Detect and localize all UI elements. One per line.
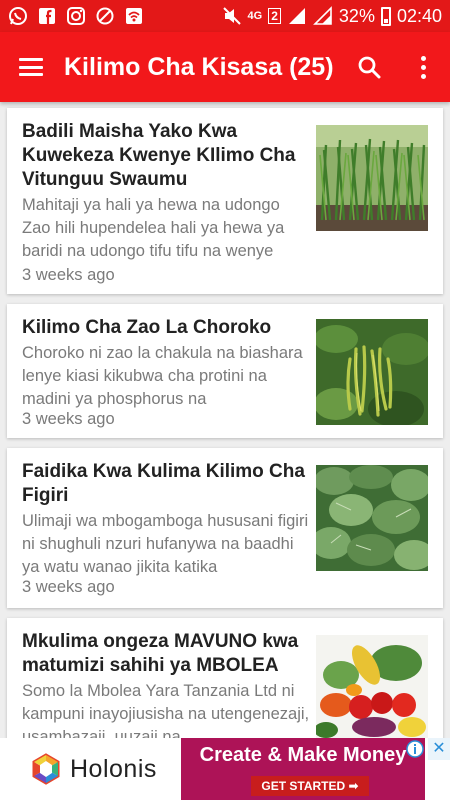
ad-banner[interactable]: Holonis Create & Make Money GET STARTED …: [0, 738, 450, 800]
page-title: Kilimo Cha Kisasa (25): [64, 52, 334, 81]
article-title: Kilimo Cha Zao La Choroko: [22, 317, 272, 338]
ad-headline: Create & Make Money: [199, 744, 407, 766]
article-card[interactable]: Badili Maisha Yako Kwa Kuwekeza Kwenye K…: [7, 108, 443, 294]
mung-bean-pods-image: [316, 319, 428, 425]
article-excerpt: Somo la Mbolea Yara Tanzania Ltd ni kamp…: [22, 682, 310, 738]
signal-icon: [287, 6, 307, 26]
ad-info-icon[interactable]: [406, 740, 424, 758]
article-timestamp: 3 weeks ago: [22, 578, 115, 596]
garlic-field-image: [316, 125, 428, 231]
facebook-icon: [37, 6, 57, 26]
ad-creative[interactable]: Create & Make Money GET STARTED ➡: [181, 738, 425, 800]
whatsapp-icon: [8, 6, 28, 26]
article-title: Faidika Kwa Kulima Kilimo Cha Figiri: [22, 461, 305, 506]
battery-percent: 32%: [338, 5, 375, 26]
app-bar: Kilimo Cha Kisasa (25): [0, 32, 450, 102]
ad-brand-name: Holonis: [70, 754, 157, 783]
search-button[interactable]: [342, 32, 396, 102]
more-vert-icon: [420, 55, 426, 79]
data-saver-icon: [95, 6, 115, 26]
system-status: 4G 2 32% 02:40: [222, 6, 442, 27]
article-card[interactable]: Mkulima ongeza MAVUNO kwa matumizi sahih…: [7, 618, 443, 738]
menu-button[interactable]: [0, 32, 62, 102]
article-excerpt: Mahitaji ya hali ya hewa na udongo Zao h…: [22, 196, 285, 260]
signal-secondary-icon: [312, 6, 333, 26]
article-excerpt: Ulimaji wa mbogamboga hususani figiri ni…: [22, 512, 309, 576]
instagram-icon: [66, 6, 86, 26]
battery-icon: [380, 6, 391, 26]
ad-cta-button[interactable]: GET STARTED ➡: [251, 776, 369, 796]
mute-icon: [222, 6, 242, 26]
article-timestamp: 3 weeks ago: [22, 266, 115, 284]
status-bar: 4G 2 32% 02:40: [0, 0, 450, 32]
article-card[interactable]: Kilimo Cha Zao La Choroko Choroko ni zao…: [7, 304, 443, 438]
article-list: Badili Maisha Yako Kwa Kuwekeza Kwenye K…: [0, 102, 450, 738]
sim-indicator: 2: [268, 8, 281, 24]
article-title: Badili Maisha Yako Kwa Kuwekeza Kwenye K…: [22, 121, 296, 190]
article-excerpt: Choroko ni zao la chakula na biashara le…: [22, 344, 303, 408]
vegetables-image: [316, 635, 428, 738]
leafy-greens-image: [316, 465, 428, 571]
clock: 02:40: [396, 5, 442, 26]
article-timestamp: 3 weeks ago: [22, 410, 115, 428]
overflow-menu-button[interactable]: [396, 32, 450, 102]
holonis-logo-icon: [32, 753, 60, 785]
ad-logo: Holonis: [30, 753, 157, 785]
notification-icons: [8, 6, 144, 26]
article-title: Mkulima ongeza MAVUNO kwa matumizi sahih…: [22, 631, 299, 676]
hamburger-icon: [19, 58, 43, 76]
ad-close-button[interactable]: ✕: [428, 738, 450, 760]
network-type: 4G: [247, 10, 263, 22]
wifi-hotspot-icon: [124, 6, 144, 26]
search-icon: [358, 56, 381, 79]
article-card[interactable]: Faidika Kwa Kulima Kilimo Cha Figiri Uli…: [7, 448, 443, 608]
